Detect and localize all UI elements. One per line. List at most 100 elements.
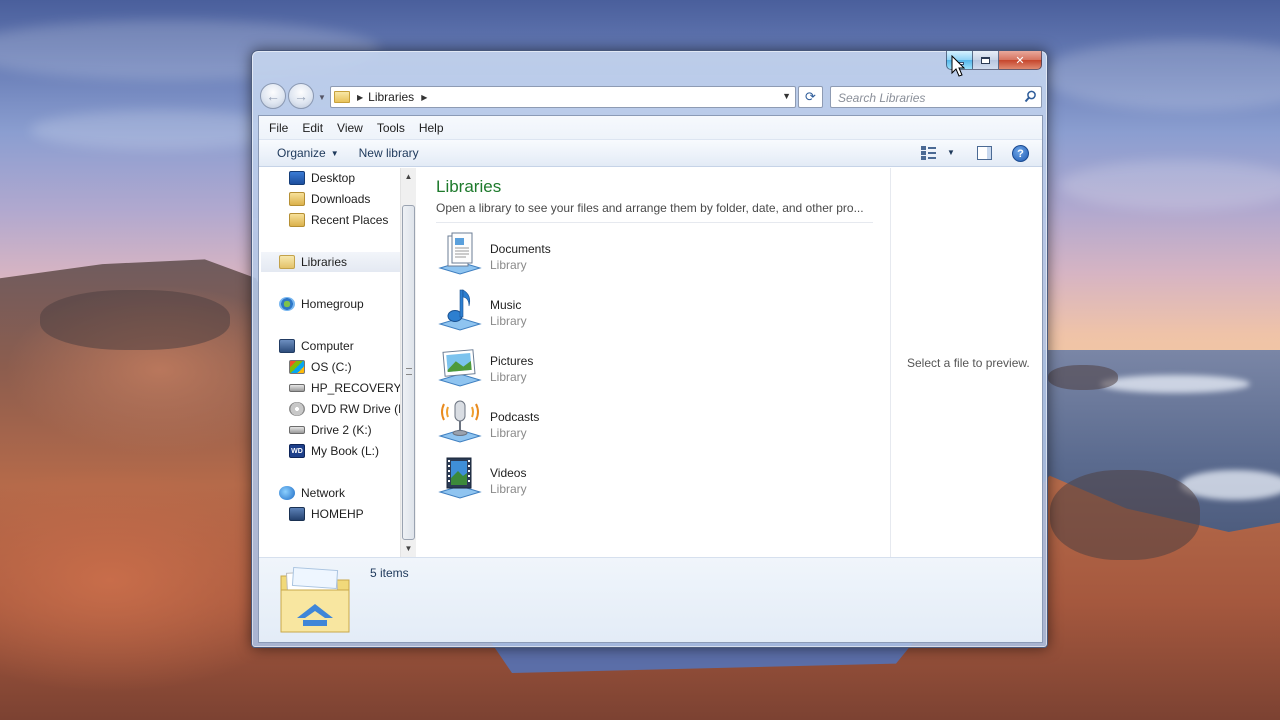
scroll-thumb[interactable] (402, 205, 415, 540)
scroll-grip-icon (406, 368, 412, 375)
nav-item-drive-l[interactable]: WD My Book (L:) (289, 441, 379, 461)
nav-item-label: Network (301, 486, 346, 500)
library-item-music[interactable]: Music Library (436, 286, 686, 336)
forward-button[interactable]: → (288, 83, 314, 109)
menu-bar: File Edit View Tools Help (259, 116, 1042, 140)
address-dropdown-icon[interactable]: ▼ (782, 91, 791, 101)
hard-drive-icon (289, 384, 305, 392)
details-pane: 5 items (259, 557, 1042, 642)
nav-item-label: My Book (L:) (311, 444, 380, 458)
documents-library-icon (438, 232, 482, 275)
breadcrumb-separator-icon[interactable]: ▶ (357, 93, 363, 102)
breadcrumb-separator-icon[interactable]: ▶ (421, 93, 427, 102)
windows-drive-icon (289, 360, 305, 374)
nav-item-network[interactable]: Network (279, 483, 345, 503)
maximize-button[interactable] (973, 51, 999, 70)
menu-file[interactable]: File (262, 121, 295, 135)
preview-pane: Select a file to preview. (890, 168, 1042, 557)
wallpaper-rock (1048, 365, 1118, 390)
downloads-folder-icon (289, 192, 305, 206)
nav-item-label: DVD RW Drive (E: (311, 402, 410, 416)
videos-library-icon (438, 457, 482, 499)
view-options-dropdown[interactable]: ▼ (947, 148, 955, 157)
music-library-icon (438, 289, 482, 331)
pictures-library-icon (438, 349, 482, 387)
nav-item-drive-k[interactable]: Drive 2 (K:) (289, 420, 372, 440)
chevron-down-icon: ▼ (330, 148, 339, 158)
nav-item-label: Drive 2 (K:) (311, 423, 372, 437)
nav-item-drive-c[interactable]: OS (C:) (289, 357, 352, 377)
nav-item-drive-d[interactable]: HP_RECOVERY (D (289, 378, 415, 398)
close-icon: ✕ (1015, 54, 1025, 67)
back-button[interactable]: ← (260, 83, 286, 109)
hard-drive-icon (289, 426, 305, 434)
external-drive-icon: WD (289, 444, 305, 458)
scroll-up-icon[interactable]: ▲ (401, 168, 416, 185)
forward-arrow-icon: → (294, 88, 308, 104)
nav-item-computer[interactable]: Computer (279, 336, 354, 356)
libraries-content: Libraries Open a library to see your fil… (417, 168, 890, 557)
navigation-scrollbar[interactable]: ▲ ▼ (400, 168, 416, 557)
nav-item-homehp[interactable]: HOMEHP (289, 504, 364, 524)
nav-item-label: Computer (301, 339, 354, 353)
desktop-icon (289, 171, 305, 185)
breadcrumb-libraries[interactable]: Libraries (368, 90, 414, 104)
network-computer-icon (289, 507, 305, 521)
organize-button[interactable]: Organize ▼ (259, 146, 349, 160)
library-item-pictures[interactable]: Pictures Library (436, 342, 686, 392)
menu-edit[interactable]: Edit (295, 121, 330, 135)
nav-item-label: Homegroup (301, 297, 364, 311)
mouse-cursor-icon (951, 55, 966, 77)
refresh-button[interactable]: ⟳ (798, 86, 823, 108)
address-bar[interactable]: ▶ Libraries ▶ ▼ (330, 86, 796, 108)
homegroup-icon (279, 297, 295, 311)
preview-pane-toggle-icon[interactable] (977, 146, 992, 160)
back-arrow-icon: ← (266, 88, 280, 104)
page-description: Open a library to see your files and arr… (436, 201, 864, 215)
menu-help[interactable]: Help (412, 121, 451, 135)
navigation-pane: Desktop Downloads Recent Places Librarie… (259, 168, 416, 557)
nav-item-desktop[interactable]: Desktop (289, 168, 355, 188)
computer-icon (279, 339, 295, 353)
library-name: Pictures (490, 354, 534, 368)
wallpaper-foam (1100, 375, 1250, 393)
nav-item-recent-places[interactable]: Recent Places (289, 210, 388, 230)
divider (436, 222, 873, 223)
library-item-podcasts[interactable]: Podcasts Library (436, 398, 686, 448)
network-icon (279, 486, 295, 500)
libraries-icon (279, 255, 295, 269)
library-type: Library (490, 482, 527, 496)
menu-tools[interactable]: Tools (370, 121, 412, 135)
library-type: Library (490, 426, 527, 440)
search-input[interactable]: Search Libraries (830, 86, 1042, 108)
explorer-client-area: File Edit View Tools Help Organize ▼ New… (258, 115, 1043, 643)
nav-item-drive-e[interactable]: DVD RW Drive (E: (289, 399, 409, 419)
library-name: Music (490, 298, 522, 312)
new-library-button[interactable]: New library (349, 146, 429, 160)
libraries-folder-icon (334, 91, 350, 103)
nav-item-label: Libraries (301, 255, 348, 269)
scroll-down-icon[interactable]: ▼ (401, 540, 416, 557)
wallpaper-rock (1050, 470, 1200, 560)
library-type: Library (490, 258, 527, 272)
nav-item-libraries[interactable]: Libraries (261, 252, 403, 272)
libraries-folder-icon (280, 566, 350, 633)
help-icon[interactable]: ? (1012, 145, 1029, 162)
nav-item-homegroup[interactable]: Homegroup (279, 294, 364, 314)
nav-item-label: HOMEHP (311, 507, 364, 521)
refresh-icon: ⟳ (805, 89, 816, 104)
library-name: Podcasts (490, 410, 540, 424)
menu-view[interactable]: View (330, 121, 370, 135)
recent-pages-dropdown[interactable]: ▼ (318, 93, 326, 102)
change-view-icon[interactable] (921, 146, 937, 160)
close-button[interactable]: ✕ (999, 51, 1042, 70)
library-item-documents[interactable]: Documents Library (436, 230, 686, 280)
item-count: 5 items (370, 566, 409, 580)
navigation-row: ← → ▼ ▶ Libraries ▶ ▼ ⟳ Search Libraries (260, 82, 1042, 112)
recent-places-icon (289, 213, 305, 227)
library-name: Videos (490, 466, 527, 480)
organize-label: Organize (277, 146, 326, 160)
library-item-videos[interactable]: Videos Library (436, 454, 686, 504)
nav-item-downloads[interactable]: Downloads (289, 189, 370, 209)
command-bar: Organize ▼ New library ▼ ? (259, 140, 1042, 167)
